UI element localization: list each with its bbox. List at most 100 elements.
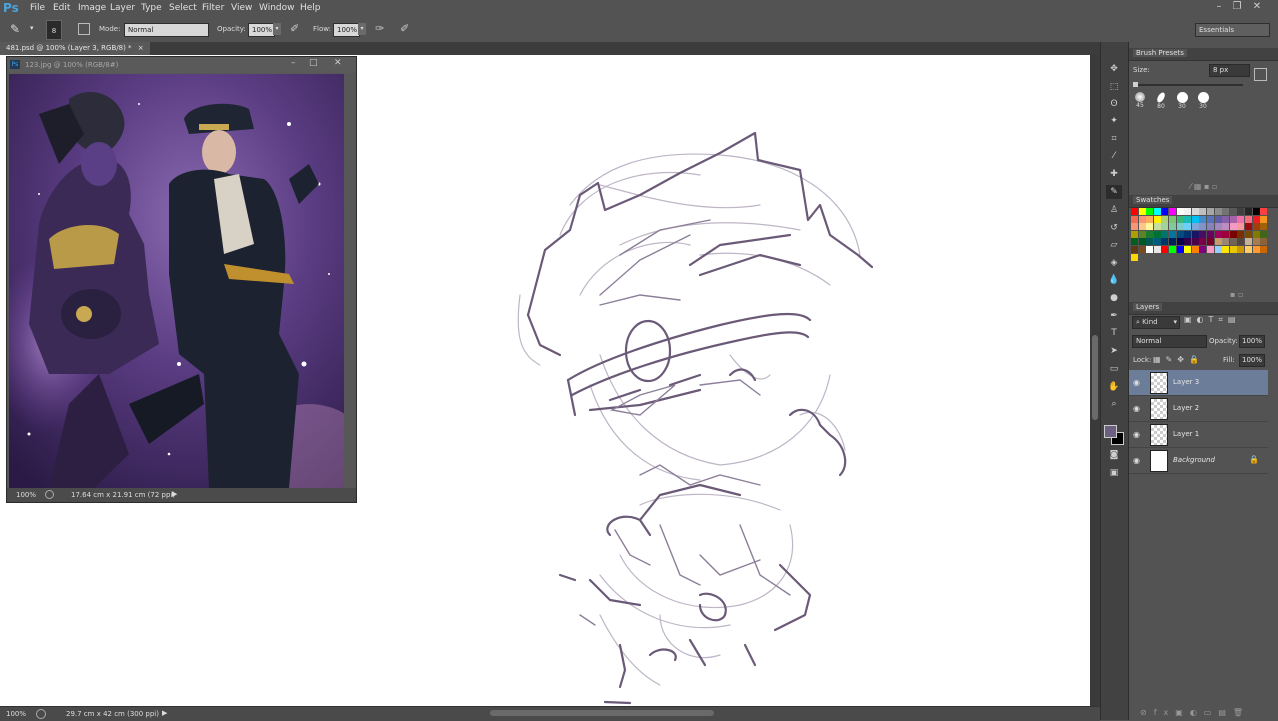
brush-presets-footer-icons[interactable]: ⁄ ▦ ▪ ▫ — [1190, 182, 1217, 191]
status-info-icon[interactable] — [36, 709, 46, 719]
brush-size-slider-handle[interactable] — [1133, 82, 1138, 87]
blur-tool-icon[interactable]: 💧 — [1106, 273, 1122, 287]
color-swatch[interactable] — [1207, 230, 1214, 238]
menu-window[interactable]: Window — [259, 3, 295, 13]
color-swatch[interactable] — [1131, 246, 1138, 253]
color-swatch[interactable] — [1252, 223, 1260, 231]
menu-select[interactable]: Select — [169, 3, 197, 13]
color-swatch[interactable] — [1169, 223, 1176, 231]
layer-fill-input[interactable]: 100% — [1239, 354, 1265, 367]
path-select-tool-icon[interactable]: ➤ — [1106, 344, 1122, 358]
color-swatch[interactable] — [1237, 238, 1245, 246]
clone-stamp-tool-icon[interactable]: ♙ — [1106, 203, 1122, 217]
float-maximize-icon[interactable]: □ — [309, 58, 318, 68]
layers-footer-icons[interactable]: ⊘fx▣◐▭▤🗑 — [1140, 708, 1250, 717]
paint-bucket-tool-icon[interactable]: ◈ — [1106, 256, 1122, 270]
color-swatch[interactable] — [1131, 238, 1138, 246]
color-swatch[interactable] — [1169, 208, 1176, 215]
color-swatch[interactable] — [1229, 230, 1237, 238]
move-tool-icon[interactable]: ✥ — [1106, 62, 1122, 76]
color-swatch[interactable] — [1184, 238, 1192, 246]
color-swatch[interactable] — [1138, 208, 1146, 215]
color-swatch[interactable] — [1153, 230, 1161, 238]
color-swatch[interactable] — [1169, 238, 1176, 246]
lock-options-icons[interactable]: ▦✎✥🔒 — [1153, 355, 1204, 364]
color-swatch[interactable] — [1199, 230, 1207, 238]
layer-opacity-input[interactable]: 100% — [1239, 335, 1265, 348]
color-swatch[interactable] — [1191, 246, 1199, 253]
color-swatch[interactable] — [1131, 230, 1138, 238]
layer-row[interactable]: ◉ Layer 2 — [1129, 396, 1268, 422]
brush-size-slider[interactable] — [1133, 84, 1243, 86]
color-swatch[interactable] — [1138, 238, 1146, 246]
layer-name[interactable]: Layer 2 — [1173, 404, 1199, 412]
brush-preset-4[interactable]: 30 — [1195, 92, 1211, 114]
color-swatch[interactable] — [1260, 208, 1268, 215]
color-swatch[interactable] — [1245, 215, 1252, 223]
color-swatch[interactable] — [1252, 208, 1260, 215]
color-swatch[interactable] — [1153, 238, 1161, 246]
color-swatch[interactable] — [1176, 215, 1184, 223]
color-swatch[interactable] — [1161, 230, 1169, 238]
color-swatch[interactable] — [1199, 238, 1207, 246]
color-swatch[interactable] — [1146, 215, 1154, 223]
zoom-tool-icon[interactable]: ⌕ — [1106, 397, 1122, 411]
dropdown-arrow-icon[interactable]: ▾ — [30, 24, 34, 32]
menu-filter[interactable]: Filter — [202, 3, 224, 13]
color-swatch[interactable] — [1207, 223, 1214, 231]
layers-panel-header[interactable]: Layers — [1129, 302, 1278, 315]
close-icon[interactable]: ✕ — [1250, 1, 1264, 15]
color-swatch[interactable] — [1199, 215, 1207, 223]
color-swatch[interactable] — [1260, 223, 1268, 231]
brush-preset-2[interactable]: 80 — [1153, 91, 1169, 114]
color-swatch[interactable] — [1191, 208, 1199, 215]
color-swatch[interactable] — [1161, 208, 1169, 215]
color-swatch[interactable] — [1237, 230, 1245, 238]
pressure-size-icon[interactable]: ✐ — [400, 22, 409, 35]
flow-dropdown-icon[interactable]: ▾ — [358, 23, 366, 35]
color-swatch[interactable] — [1237, 208, 1245, 215]
brush-size-preview[interactable]: 8 — [46, 20, 62, 40]
color-swatch[interactable] — [1222, 238, 1230, 246]
color-swatch[interactable] — [1214, 230, 1222, 238]
color-swatch[interactable] — [1176, 208, 1184, 215]
screen-mode-icon[interactable]: ▣ — [1106, 466, 1122, 480]
workspace-select[interactable]: Essentials — [1195, 23, 1270, 37]
color-swatch[interactable] — [1214, 215, 1222, 223]
menu-type[interactable]: Type — [141, 3, 162, 13]
menu-view[interactable]: View — [231, 3, 252, 13]
swatches-footer-icons[interactable]: ▪ ▫ — [1230, 290, 1243, 299]
brush-tool-icon[interactable]: ✎ — [10, 22, 20, 36]
layer-row[interactable]: ◉ Layer 3 — [1129, 370, 1268, 396]
color-swatch[interactable] — [1260, 230, 1268, 238]
color-swatch[interactable] — [1229, 215, 1237, 223]
float-zoom-level[interactable]: 100% — [16, 491, 36, 499]
layer-row[interactable]: ◉ Background 🔒 — [1129, 448, 1268, 474]
color-swatch[interactable] — [1191, 215, 1199, 223]
menu-edit[interactable]: Edit — [53, 3, 70, 13]
color-swatch[interactable] — [1176, 223, 1184, 231]
color-swatch[interactable] — [1131, 208, 1138, 215]
color-swatch[interactable] — [1245, 208, 1252, 215]
new-preset-icon[interactable] — [1254, 68, 1267, 81]
color-swatch[interactable] — [1184, 230, 1192, 238]
status-menu-arrow-icon[interactable]: ▶ — [162, 709, 167, 717]
color-swatch[interactable] — [1207, 238, 1214, 246]
color-swatch[interactable] — [1146, 208, 1154, 215]
color-swatch[interactable] — [1153, 223, 1161, 231]
color-swatch[interactable] — [1146, 230, 1154, 238]
minimize-icon[interactable]: – — [1212, 1, 1226, 15]
healing-brush-tool-icon[interactable]: ✚ — [1106, 167, 1122, 181]
color-swatch[interactable] — [1176, 238, 1184, 246]
horizontal-scroll-thumb[interactable] — [490, 710, 714, 716]
color-swatch[interactable] — [1245, 230, 1252, 238]
color-swatch[interactable] — [1237, 246, 1245, 253]
quick-select-tool-icon[interactable]: ✦ — [1106, 114, 1122, 128]
hand-tool-icon[interactable]: ✋ — [1106, 380, 1122, 394]
color-swatch[interactable] — [1184, 215, 1192, 223]
color-swatch[interactable] — [1153, 215, 1161, 223]
color-swatch[interactable] — [1169, 215, 1176, 223]
color-swatch[interactable] — [1222, 208, 1230, 215]
color-swatch[interactable] — [1153, 246, 1161, 253]
menu-help[interactable]: Help — [300, 3, 321, 13]
